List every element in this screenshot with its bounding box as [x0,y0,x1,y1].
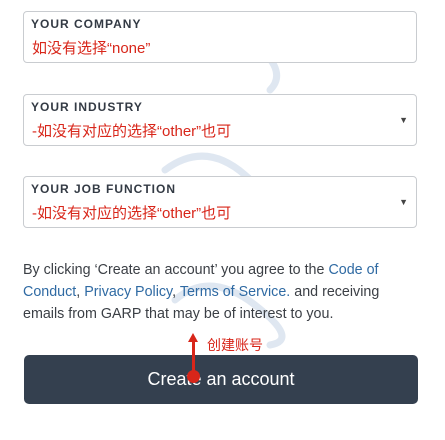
annotation-arrow [192,337,195,373]
consent-separator: , [172,284,180,300]
job-function-select[interactable]: YOUR JOB FUNCTION -如没有对应的选择“other”也可 ▼ [23,176,417,228]
job-function-label: YOUR JOB FUNCTION [31,182,177,196]
consent-text: By clicking ‘Create an account’ you agre… [23,259,418,325]
company-value[interactable]: 如没有选择“none” [32,37,150,58]
company-label: YOUR COMPANY [31,17,142,31]
annotation-label: 创建账号 [207,337,263,353]
industry-value[interactable]: -如没有对应的选择“other”也可 [32,120,231,141]
annotation-arrowhead [188,333,198,342]
privacy-policy-link[interactable]: Privacy Policy [84,284,172,300]
industry-select[interactable]: YOUR INDUSTRY -如没有对应的选择“other”也可 ▼ [23,94,417,146]
annotation-arrow-tail [187,370,200,383]
caret-down-icon[interactable]: ▼ [399,115,408,125]
consent-prefix: By clicking ‘Create an account’ you agre… [23,262,329,278]
industry-label: YOUR INDUSTRY [31,100,143,114]
terms-of-service-link[interactable]: Terms of Service. [180,284,290,300]
caret-down-icon[interactable]: ▼ [399,197,408,207]
create-account-button[interactable]: Create an account [24,355,418,404]
job-function-value[interactable]: -如没有对应的选择“other”也可 [32,202,231,223]
company-field[interactable]: YOUR COMPANY 如没有选择“none” [23,11,417,63]
